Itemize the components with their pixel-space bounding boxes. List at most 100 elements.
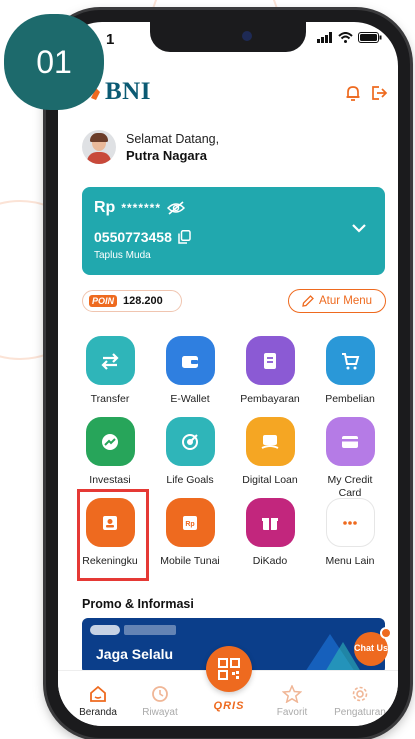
tab-label: Riwayat [142,707,178,718]
menu-item-digital-loan[interactable]: Digital Loan [230,417,310,487]
menu-tile [165,417,215,466]
credit-card-icon [342,435,358,448]
qris-label[interactable]: QRIS [206,700,252,712]
menu-tile [325,336,375,385]
menu-tile [245,498,295,547]
copy-icon[interactable] [178,230,191,244]
tab-pengaturan[interactable]: Pengaturan [328,685,392,718]
menu-item-e-wallet[interactable]: E-Wallet [150,336,230,406]
app-screen: 1 BNI Selamat Datang, Putra Nagara Rp **… [58,22,398,726]
logout-icon[interactable] [370,84,388,102]
account-type: Taplus Muda [94,250,151,261]
menu-item-transfer[interactable]: Transfer [70,336,150,406]
poin-value: 128.200 [123,295,163,307]
transfer-icon [101,352,119,370]
battery-icon [358,32,382,43]
home-icon [90,685,106,702]
menu-item-menu-lain[interactable]: Menu Lain [310,498,390,568]
poin-badge[interactable]: POIN 128.200 [82,290,182,312]
menu-tile [245,417,295,466]
top-actions [344,84,388,102]
menu-tile [165,336,215,385]
menu-item-pembayaran[interactable]: Pembayaran [230,336,310,406]
menu-label: Digital Loan [242,474,298,486]
poin-logo: POIN [89,295,118,307]
promo-title: Promo & Informasi [82,597,194,611]
stage: 01 1 BNI Selamat Datang, Putra Nagara Rp… [0,0,415,739]
menu-item-life-goals[interactable]: Life Goals [150,417,230,487]
menu-label: E-Wallet [170,393,210,405]
status-time: 1 [106,31,115,48]
menu-item-my-credit-card[interactable]: My Credit Card [310,417,390,499]
status-icons [317,32,382,43]
balance: Rp ******* [94,199,186,217]
step-badge: 01 [4,14,104,110]
currency-label: Rp [94,199,116,216]
star-icon [282,685,302,703]
highlight-box [77,489,149,581]
signal-icon [317,32,332,43]
tab-label: Pengaturan [334,707,386,718]
menu-item-pembelian[interactable]: Pembelian [310,336,390,406]
user-name: Putra Nagara [126,147,207,163]
menu-label: Menu Lain [325,555,375,567]
menu-tile [325,498,375,547]
atur-menu-label: Atur Menu [318,295,373,307]
menu-item-investasi[interactable]: Investasi [70,417,150,487]
tab-beranda[interactable]: Beranda [66,685,130,718]
account-number: 0550773458 [94,229,191,245]
camera-icon [242,31,252,41]
cash-icon: Rp [183,515,197,530]
menu-item-dikado[interactable]: DiKado [230,498,310,568]
qris-icon [218,658,240,680]
menu-label: DiKado [252,555,288,567]
menu-label: Pembelian [325,393,375,405]
menu-label: Life Goals [166,474,214,486]
tab-riwayat[interactable]: Riwayat [128,685,192,718]
menu-label: Pembayaran [240,393,300,405]
svg-text:Rp: Rp [185,521,194,528]
qris-button[interactable] [206,646,252,692]
account-card[interactable]: Rp ******* 0550773458 Taplus Muda [82,187,385,275]
history-icon [152,686,168,702]
settings-icon [352,686,368,702]
atur-menu-button[interactable]: Atur Menu [288,289,386,313]
menu-label: Mobile Tunai [160,555,220,567]
more-icon [343,520,357,525]
balance-masked: ******* [121,201,162,215]
bill-icon [264,352,276,369]
bell-icon[interactable] [344,84,362,102]
avatar[interactable] [82,130,116,164]
pencil-icon [302,295,314,307]
menu-tile [245,336,295,385]
menu-label: My Credit Card [327,474,373,499]
menu-label: Investasi [89,474,131,486]
promo-banner-text: Jaga Selalu [96,646,174,662]
tab-label: Favorit [276,707,308,718]
account-number-text: 0550773458 [94,229,172,245]
eye-off-icon[interactable] [167,201,186,215]
chat-notification-dot [380,627,392,639]
tab-favorit[interactable]: Favorit [260,685,324,718]
menu-tile [85,336,135,385]
chevron-down-icon[interactable] [351,223,367,233]
notch [150,22,306,52]
promo-logos [90,624,180,638]
partner-logos-icon [90,625,176,635]
phone-frame: 1 BNI Selamat Datang, Putra Nagara Rp **… [46,10,410,738]
menu-label: Transfer [90,393,130,405]
chart-up-icon [102,433,118,450]
menu-item-mobile-tunai[interactable]: Rp Mobile Tunai [150,498,230,568]
menu-tile [325,417,375,466]
target-icon [182,433,198,450]
wifi-icon [338,32,353,43]
menu-tile [85,417,135,466]
tab-label: Beranda [79,707,117,718]
brand-name: BNI [105,78,151,105]
loan-icon [261,434,279,449]
menu-tile: Rp [165,498,215,547]
greeting: Selamat Datang, Putra Nagara [82,130,219,164]
greeting-line: Selamat Datang, [126,131,220,146]
gift-icon [262,517,278,530]
wallet-icon [182,355,198,368]
